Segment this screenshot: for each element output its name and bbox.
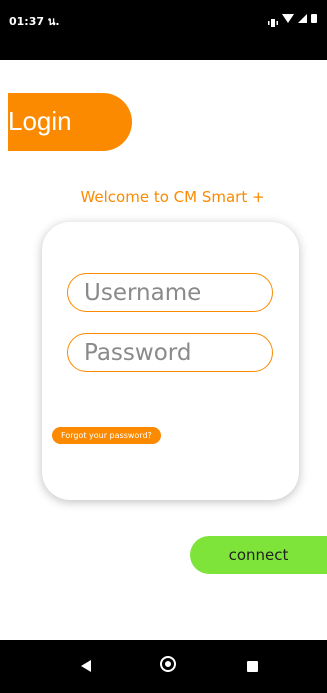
login-header: Login — [8, 93, 132, 151]
status-icons — [268, 13, 317, 27]
navigation-bar — [0, 640, 327, 693]
recents-icon[interactable] — [247, 661, 258, 672]
welcome-text: Welcome to CM Smart + — [80, 188, 265, 206]
username-input[interactable] — [67, 273, 273, 312]
battery-icon — [311, 13, 317, 23]
back-icon[interactable] — [81, 660, 91, 672]
status-bar: 01:37 น. — [0, 0, 327, 60]
password-input[interactable] — [67, 333, 273, 372]
vibrate-icon — [268, 13, 278, 27]
wifi-icon — [282, 13, 294, 23]
forgot-password-button[interactable]: Forgot your password? — [52, 427, 161, 444]
connect-button[interactable]: connect — [190, 536, 327, 574]
status-time: 01:37 น. — [9, 15, 60, 28]
page-title: Login — [8, 106, 72, 136]
signal-icon — [298, 13, 307, 23]
home-icon[interactable] — [160, 656, 176, 672]
